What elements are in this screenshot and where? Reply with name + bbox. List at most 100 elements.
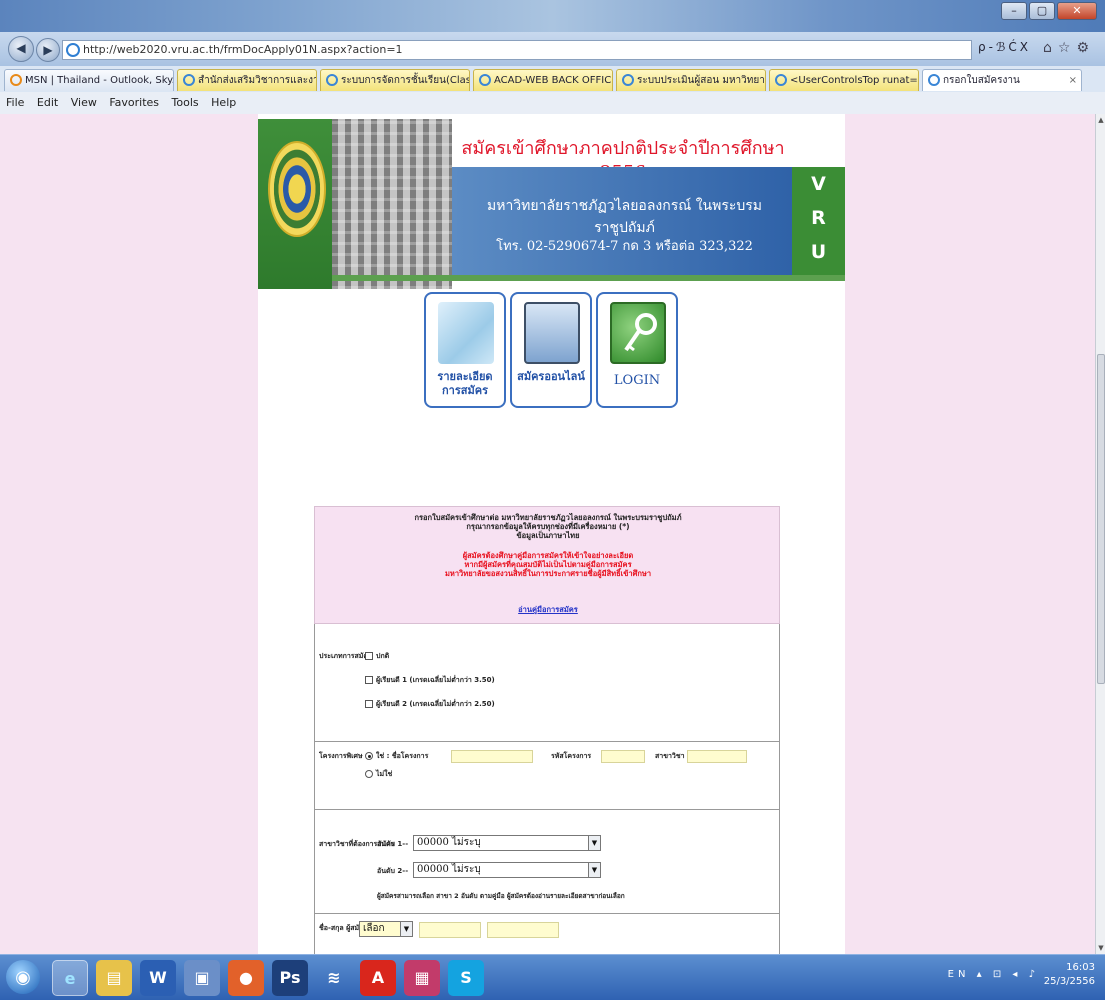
application-type-label: ประเภทการสมัคร [319, 652, 372, 660]
word-icon[interactable]: W [140, 960, 176, 996]
tab-academic[interactable]: สำนักส่งเสริมวิชาการและงานทะเบี... [177, 69, 317, 91]
project-no-label: ไม่ใช่ [376, 770, 393, 778]
address-row: ◀ ▶ http://web2020.vru.ac.th/frmDocApply… [0, 32, 1105, 66]
vru-letter: U [810, 241, 827, 263]
type-merit2-checkbox[interactable] [365, 700, 373, 708]
tab-msn[interactable]: MSN | Thailand - Outlook, Sky... [4, 69, 174, 91]
instruction-line: กรอกใบสมัครเข้าศึกษาต่อ มหาวิทยาลัยราชภั… [414, 513, 682, 522]
vru-letter: V [811, 173, 826, 195]
photoshop-icon[interactable]: Ps [272, 960, 308, 996]
address-tools[interactable]: ρ-ℬĆX [978, 40, 1031, 54]
chevron-down-icon: ▼ [588, 863, 600, 877]
manual-link[interactable]: อ่านคู่มือการสมัคร [315, 605, 781, 614]
windows-taskbar: ◉ e ▤ W ▣ ● Ps ≋ A ▦ S EN ▴ ⊡ ◂ ♪ 16:03 … [0, 954, 1105, 1000]
menu-file[interactable]: File [6, 96, 24, 109]
first-name-input[interactable] [419, 922, 481, 938]
file-explorer-icon[interactable]: ▤ [96, 960, 132, 996]
tab-close-icon[interactable]: × [1069, 70, 1077, 91]
start-button[interactable]: ◉ [6, 960, 40, 994]
scroll-up-icon[interactable]: ▲ [1096, 114, 1105, 126]
project-no-radio[interactable] [365, 770, 373, 778]
project-code-input[interactable] [601, 750, 645, 763]
apply-online-button[interactable]: สมัครออนไลน์ [510, 292, 592, 408]
project-yes-radio[interactable] [365, 752, 373, 760]
type-normal-checkbox[interactable] [365, 652, 373, 660]
building-image [332, 119, 452, 289]
project-name-input[interactable] [451, 750, 533, 763]
online-form-icon [524, 302, 580, 364]
page-scrollbar[interactable]: ▲ ▼ [1095, 114, 1105, 954]
header-banner: สมัครเข้าศึกษาภาคปกติประจำปีการศึกษา 255… [258, 119, 845, 289]
type-merit2-label: ผู้เรียนดี 2 (เกรดเฉลี่ยไม่ต่ำกว่า 2.50) [376, 700, 495, 708]
menu-edit[interactable]: Edit [37, 96, 58, 109]
instruction-line: ข้อมูลเป็นภาษาไทย [516, 531, 580, 540]
login-button[interactable]: LOGIN [596, 292, 678, 408]
type-merit1-checkbox[interactable] [365, 676, 373, 684]
choice1-label: อันดับ 1-- [377, 840, 409, 848]
internet-explorer-icon[interactable]: e [52, 960, 88, 996]
archive-icon[interactable]: ≋ [316, 960, 352, 996]
access-icon[interactable]: ▦ [404, 960, 440, 996]
tab-strip: MSN | Thailand - Outlook, Sky... สำนักส่… [0, 66, 1105, 92]
back-button[interactable]: ◀ [8, 36, 34, 62]
pdf-icon[interactable]: A [360, 960, 396, 996]
tab-label: สำนักส่งเสริมวิชาการและงานทะเบี... [198, 75, 316, 86]
notes-icon[interactable]: ▣ [184, 960, 220, 996]
address-bar[interactable]: http://web2020.vru.ac.th/frmDocApply01N.… [62, 40, 972, 60]
menu-view[interactable]: View [71, 96, 97, 109]
office-icon[interactable]: ● [228, 960, 264, 996]
application-details-button[interactable]: รายละเอียด การสมัคร [424, 292, 506, 408]
tab-usercontrols[interactable]: <UserControlsTop runat="ser... [769, 69, 919, 91]
project-major-label: สาขาวิชา [655, 752, 685, 760]
chevron-down-icon: ▼ [588, 836, 600, 850]
special-project-label: โครงการพิเศษ [319, 752, 363, 760]
tab-label: MSN | Thailand - Outlook, Sky... [25, 75, 174, 86]
menu-tools[interactable]: Tools [172, 96, 199, 109]
clock[interactable]: 16:03 25/3/2556 [1044, 961, 1095, 989]
minimize-button[interactable]: – [1001, 2, 1027, 20]
tab-acad-web[interactable]: ACAD-WEB BACK OFFICE [473, 69, 613, 91]
instructions-box: กรอกใบสมัครเข้าศึกษาต่อ มหาวิทยาลัยราชภั… [314, 506, 780, 624]
special-project-section: โครงการพิเศษ ใช่ : ชื่อโครงการ รหัสโครงก… [314, 742, 780, 810]
scroll-down-icon[interactable]: ▼ [1096, 942, 1105, 954]
window-controls: – ▢ ✕ [1001, 2, 1097, 20]
nav-label: รายละเอียด การสมัคร [426, 370, 504, 398]
maximize-button[interactable]: ▢ [1029, 2, 1055, 20]
application-type-section: ประเภทการสมัคร ปกติ ผู้เรียนดี 1 (เกรดเฉ… [314, 624, 780, 742]
ie-icon [622, 74, 634, 86]
choice2-label: อันดับ 2-- [377, 867, 409, 875]
page-content: สมัครเข้าศึกษาภาคปกติประจำปีการศึกษา 255… [258, 114, 845, 954]
tab-teacher-eval[interactable]: ระบบประเมินผู้สอน มหาวิทยาลัยรา... [616, 69, 766, 91]
scroll-thumb[interactable] [1097, 354, 1105, 684]
system-tray-icons[interactable]: EN ▴ ⊡ ◂ ♪ [948, 969, 1039, 980]
chevron-down-icon: ▼ [400, 922, 412, 936]
last-name-input[interactable] [487, 922, 559, 938]
nav-label-line: รายละเอียด [437, 370, 493, 383]
tab-label: กรอกใบสมัครงาน [943, 75, 1020, 86]
favorites-star-icon[interactable]: ☆ [1058, 40, 1077, 56]
skype-icon[interactable]: S [448, 960, 484, 996]
ie-icon [928, 74, 940, 86]
ie-icon [775, 74, 787, 86]
name-prefix-select[interactable]: เลือก ▼ [359, 921, 413, 937]
choice1-select[interactable]: 00000 ไม่ระบุ ▼ [413, 835, 601, 851]
key-glyph-icon [624, 313, 657, 352]
ie-icon [479, 74, 491, 86]
close-button[interactable]: ✕ [1057, 2, 1097, 20]
menu-favorites[interactable]: Favorites [109, 96, 159, 109]
nav-label-line: การสมัคร [442, 384, 488, 397]
ie-icon [183, 74, 195, 86]
tab-application-form[interactable]: กรอกใบสมัครงาน × [922, 69, 1082, 91]
banner-divider [332, 275, 845, 281]
project-major-input[interactable] [687, 750, 747, 763]
tab-label: ระบบการจัดการชั้นเรียน(Class Ro... [341, 75, 470, 86]
forward-button[interactable]: ▶ [36, 38, 60, 62]
choice1-value: 00000 ไม่ระบุ [417, 837, 481, 848]
gear-icon[interactable]: ⚙ [1076, 40, 1095, 56]
warning-line: มหาวิทยาลัยขอสงวนสิทธิ์ในการประกาศรายชื่… [444, 569, 652, 578]
choice2-select[interactable]: 00000 ไม่ระบุ ▼ [413, 862, 601, 878]
instruction-line: กรุณากรอกข้อมูลให้ครบทุกช่องที่มีเครื่อง… [466, 522, 630, 531]
tab-classroom[interactable]: ระบบการจัดการชั้นเรียน(Class Ro... [320, 69, 470, 91]
home-icon[interactable]: ⌂ [1043, 40, 1058, 56]
menu-help[interactable]: Help [211, 96, 236, 109]
